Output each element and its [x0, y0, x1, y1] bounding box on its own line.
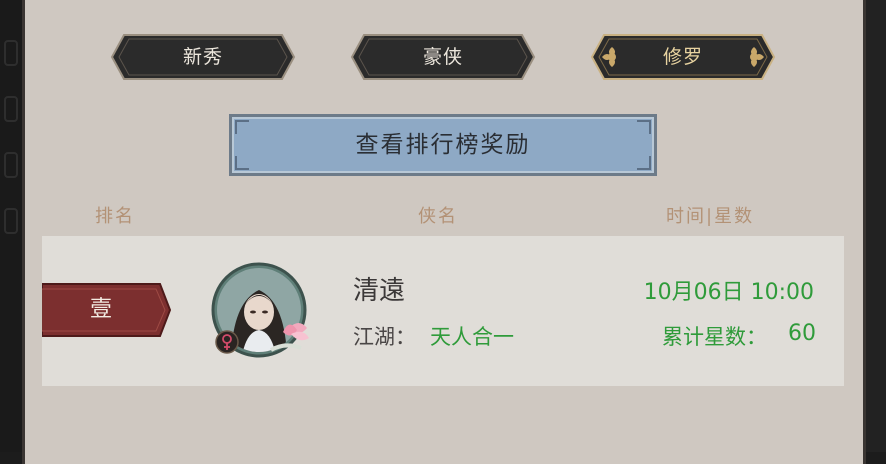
rank-value: 壹	[89, 297, 112, 322]
tab-label: 修罗	[662, 46, 703, 68]
frame-ornament	[4, 40, 18, 66]
player-name: 清遠	[353, 276, 406, 306]
left-frame	[0, 0, 24, 452]
total-stars-label: 累计星数：	[662, 325, 767, 349]
tab-asura[interactable]: 修罗	[590, 33, 776, 81]
view-rewards-label: 查看排行榜奖励	[355, 132, 531, 158]
header-time-stars: 时间|星数	[666, 206, 755, 227]
tab-hero[interactable]: 豪侠	[350, 33, 536, 81]
tab-label: 新秀	[182, 46, 223, 68]
jianghu-value: 天人合一	[430, 325, 514, 349]
total-stars-value: 60	[788, 321, 816, 346]
frame-ornament	[4, 152, 18, 178]
entry-time: 10月06日 10:00	[643, 280, 814, 305]
female-icon	[215, 330, 239, 354]
header-name: 侠名	[418, 206, 458, 227]
tab-label: 豪侠	[422, 46, 463, 68]
jianghu-label: 江湖：	[353, 325, 416, 349]
frame-ornament	[4, 208, 18, 234]
tab-rookie[interactable]: 新秀	[110, 33, 296, 81]
right-frame	[866, 0, 886, 452]
frame-ornament	[4, 96, 18, 122]
header-rank: 排名	[95, 206, 135, 227]
player-avatar[interactable]	[211, 262, 311, 362]
view-rewards-button[interactable]: 查看排行榜奖励	[229, 114, 657, 176]
